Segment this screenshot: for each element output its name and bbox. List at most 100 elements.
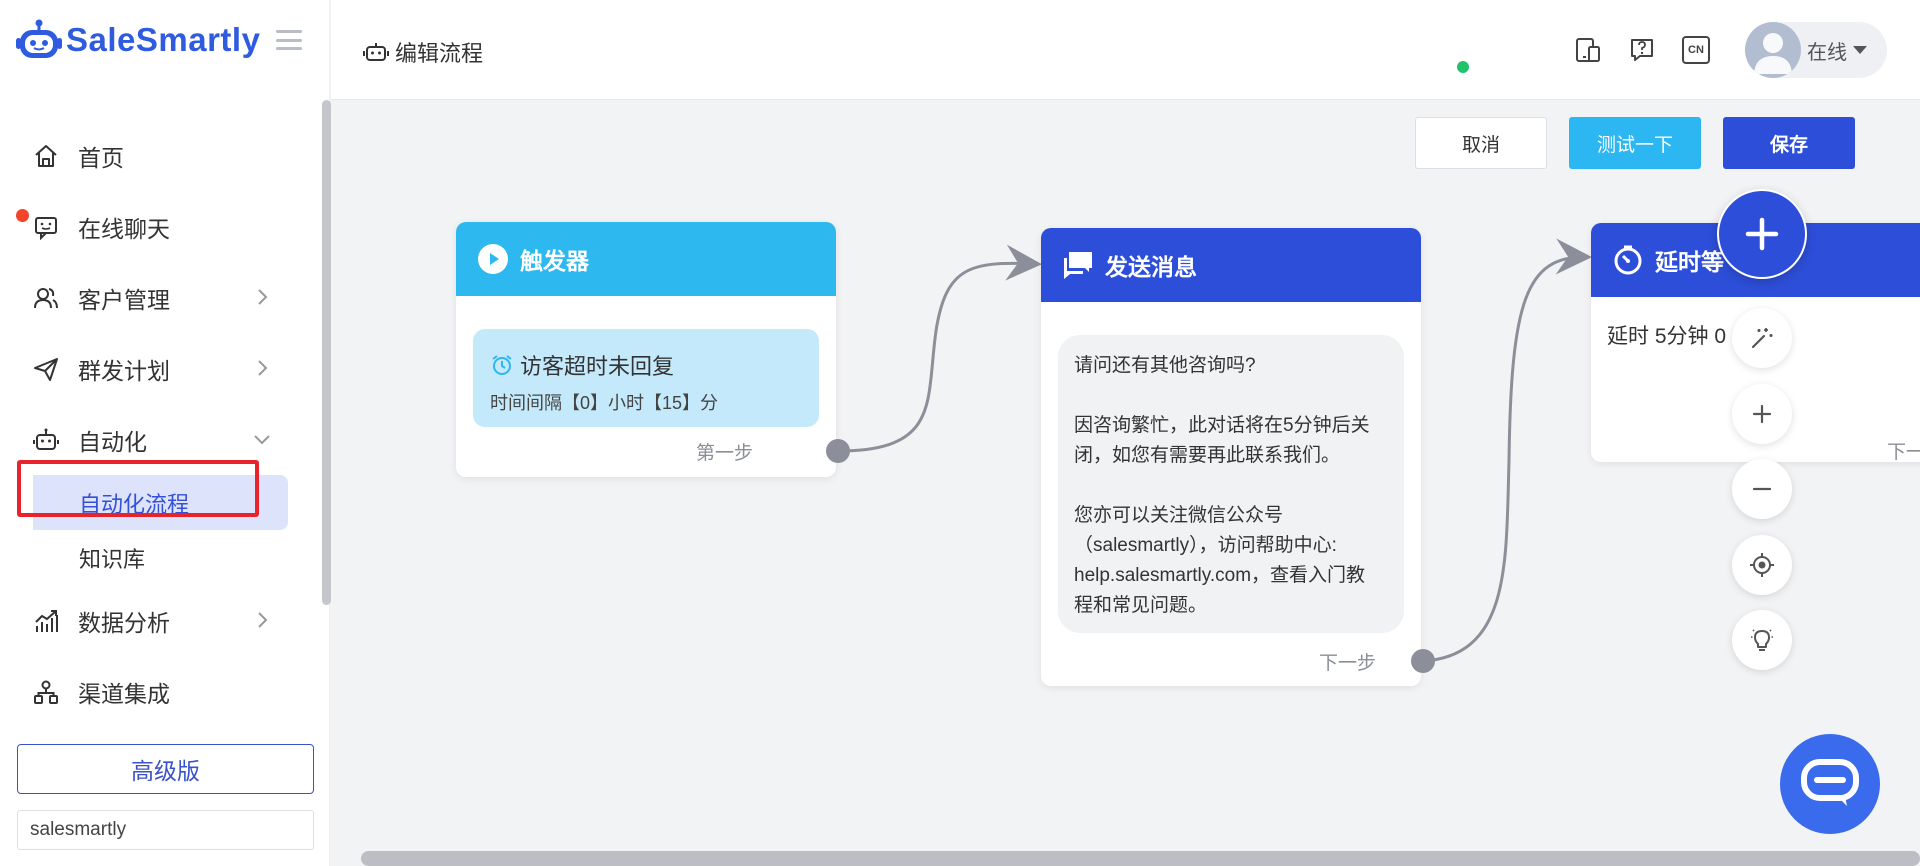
canvas-horizontal-scrollbar[interactable] xyxy=(361,851,1920,866)
home-icon xyxy=(32,142,60,170)
message-line xyxy=(1074,471,1394,501)
users-icon xyxy=(32,284,60,312)
output-port[interactable] xyxy=(826,439,850,463)
step-label: 下一步 xyxy=(1319,653,1377,674)
sidebar-item-channels[interactable]: 渠道集成 xyxy=(0,656,310,727)
message-line: 您亦可以关注微信公众号 xyxy=(1074,505,1284,526)
robot-icon xyxy=(363,43,389,61)
sidebar-item-broadcast[interactable]: 群发计划 xyxy=(0,333,310,404)
sidebar-item-chat[interactable]: 在线聊天 xyxy=(0,191,310,262)
sidebar-item-label: 数据分析 xyxy=(78,609,170,636)
plan-upgrade-button[interactable]: 高级版 xyxy=(17,744,314,794)
sidebar-item-label: 客户管理 xyxy=(78,286,170,313)
zoom-in-button[interactable] xyxy=(1732,384,1792,444)
tips-button[interactable] xyxy=(1732,610,1792,670)
send-message-node-header: 发送消息 xyxy=(1041,228,1421,302)
brand-logo-icon xyxy=(16,19,62,58)
language-switch[interactable]: CN xyxy=(1682,36,1710,64)
avatar xyxy=(1745,22,1801,78)
sidebar-item-analytics[interactable]: 数据分析 xyxy=(0,585,310,656)
trigger-condition-label: 访客超时未回复 xyxy=(520,354,675,379)
test-button[interactable]: 测试一下 xyxy=(1569,117,1701,169)
chat-bubble-icon xyxy=(1801,759,1859,806)
send-message-node-title: 发送消息 xyxy=(1105,254,1197,280)
sidebar-item-automation[interactable]: 自动化 xyxy=(0,404,310,475)
help-icon[interactable] xyxy=(1628,36,1656,64)
brand[interactable]: SaleSmartly xyxy=(16,18,260,62)
support-chat-button[interactable] xyxy=(1780,734,1880,834)
analytics-icon xyxy=(32,607,60,635)
step-label: 下一 xyxy=(1887,442,1920,462)
sidebar-item-label: 群发计划 xyxy=(78,357,170,384)
message-line: 闭，如您有需要再此联系我们。 xyxy=(1074,445,1341,466)
menu-collapse-icon[interactable] xyxy=(276,30,302,50)
send-message-node[interactable]: 发送消息 请问还有其他咨询吗? 因咨询繁忙，此对话将在5分钟后关 闭，如您有需要… xyxy=(1041,228,1421,686)
top-header: 编辑流程 CN 在线 xyxy=(331,0,1920,100)
user-status: 在线 xyxy=(1807,41,1847,64)
online-status-dot xyxy=(1455,59,1471,75)
message-line: （salesmartly），访问帮助中心: xyxy=(1074,535,1337,556)
page-title: 编辑流程 xyxy=(363,36,483,68)
sidebar-item-label: 首页 xyxy=(78,144,124,171)
message-line: 请问还有其他咨询吗? xyxy=(1074,355,1256,376)
message-line: 程和常见问题。 xyxy=(1074,595,1208,616)
language-label: CN xyxy=(1688,44,1704,56)
trigger-condition-title: 访客超时未回复 xyxy=(490,349,819,381)
delay-duration: 延时 5分钟 0 xyxy=(1607,325,1727,348)
message-line xyxy=(1074,381,1394,411)
auto-layout-button[interactable] xyxy=(1732,308,1792,368)
devices-icon[interactable] xyxy=(1574,36,1602,64)
magic-wand-icon xyxy=(1751,328,1773,349)
delay-node-title: 延时等 xyxy=(1655,249,1724,275)
message-line: help.salesmartly.com，查看入门教 xyxy=(1074,565,1366,586)
sidebar-subitem-knowledge-base[interactable]: 知识库 xyxy=(0,530,310,585)
send-icon xyxy=(32,355,60,383)
output-port[interactable] xyxy=(1411,649,1435,673)
chevron-right-icon xyxy=(258,360,268,376)
save-button[interactable]: 保存 xyxy=(1723,117,1855,169)
trigger-node-header: 触发器 xyxy=(456,222,836,296)
chevron-right-icon xyxy=(258,612,268,628)
sidebar-scrollbar[interactable] xyxy=(322,100,331,605)
page-title-text: 编辑流程 xyxy=(395,41,484,66)
step-label: 第一步 xyxy=(696,443,754,464)
message-icon xyxy=(1061,248,1095,282)
trigger-node[interactable]: 触发器 访客超时未回复 时间间隔【0】小时【15】分 第一步 xyxy=(456,222,836,477)
plus-icon xyxy=(1745,217,1779,251)
user-menu[interactable]: 在线 xyxy=(1745,22,1887,78)
zoom-out-button[interactable] xyxy=(1732,459,1792,519)
integration-icon xyxy=(32,678,60,706)
message-line: 因咨询繁忙，此对话将在5分钟后关 xyxy=(1074,415,1370,436)
play-icon xyxy=(476,242,510,276)
message-preview[interactable]: 请问还有其他咨询吗? 因咨询繁忙，此对话将在5分钟后关 闭，如您有需要再此联系我… xyxy=(1058,335,1404,633)
sidebar-subitem-label: 自动化流程 xyxy=(79,491,190,517)
recenter-button[interactable] xyxy=(1732,535,1792,595)
trigger-condition-card[interactable]: 访客超时未回复 时间间隔【0】小时【15】分 xyxy=(473,329,819,427)
sidebar-item-label: 渠道集成 xyxy=(78,680,170,707)
chevron-right-icon xyxy=(258,289,268,305)
robot-icon xyxy=(32,426,60,454)
chat-icon xyxy=(32,213,60,241)
plus-icon xyxy=(1752,404,1772,424)
flow-canvas[interactable]: 取消 测试一下 保存 触发器 访客超时未回复 时间间隔【0】小时【15】分 第一… xyxy=(331,101,1920,866)
trigger-condition-interval: 时间间隔【0】小时【15】分 xyxy=(490,393,719,413)
brand-name: SaleSmartly xyxy=(66,21,261,58)
edge-send-to-delay xyxy=(1422,238,1592,663)
sidebar-item-label: 在线聊天 xyxy=(78,215,170,242)
trigger-node-title: 触发器 xyxy=(520,248,589,274)
sidebar: SaleSmartly 首页 在线聊天 客户管理 群发计划 自动化 自动化流程 … xyxy=(0,0,331,866)
chevron-down-icon xyxy=(254,435,270,445)
lightbulb-icon xyxy=(1751,629,1773,651)
cancel-button[interactable]: 取消 xyxy=(1415,117,1547,169)
minus-icon xyxy=(1752,487,1772,491)
workspace-field[interactable]: salesmartly xyxy=(17,810,314,850)
caret-down-icon xyxy=(1853,46,1867,54)
sidebar-item-label: 自动化 xyxy=(78,428,147,455)
sidebar-item-customers[interactable]: 客户管理 xyxy=(0,262,310,333)
add-node-button[interactable] xyxy=(1717,189,1807,279)
alarm-clock-icon xyxy=(492,355,512,375)
sidebar-subitem-automation-flow[interactable]: 自动化流程 xyxy=(33,475,288,530)
sidebar-subitem-label: 知识库 xyxy=(79,546,146,572)
sidebar-item-home[interactable]: 首页 xyxy=(0,120,310,191)
edge-trigger-to-send xyxy=(837,244,1042,453)
